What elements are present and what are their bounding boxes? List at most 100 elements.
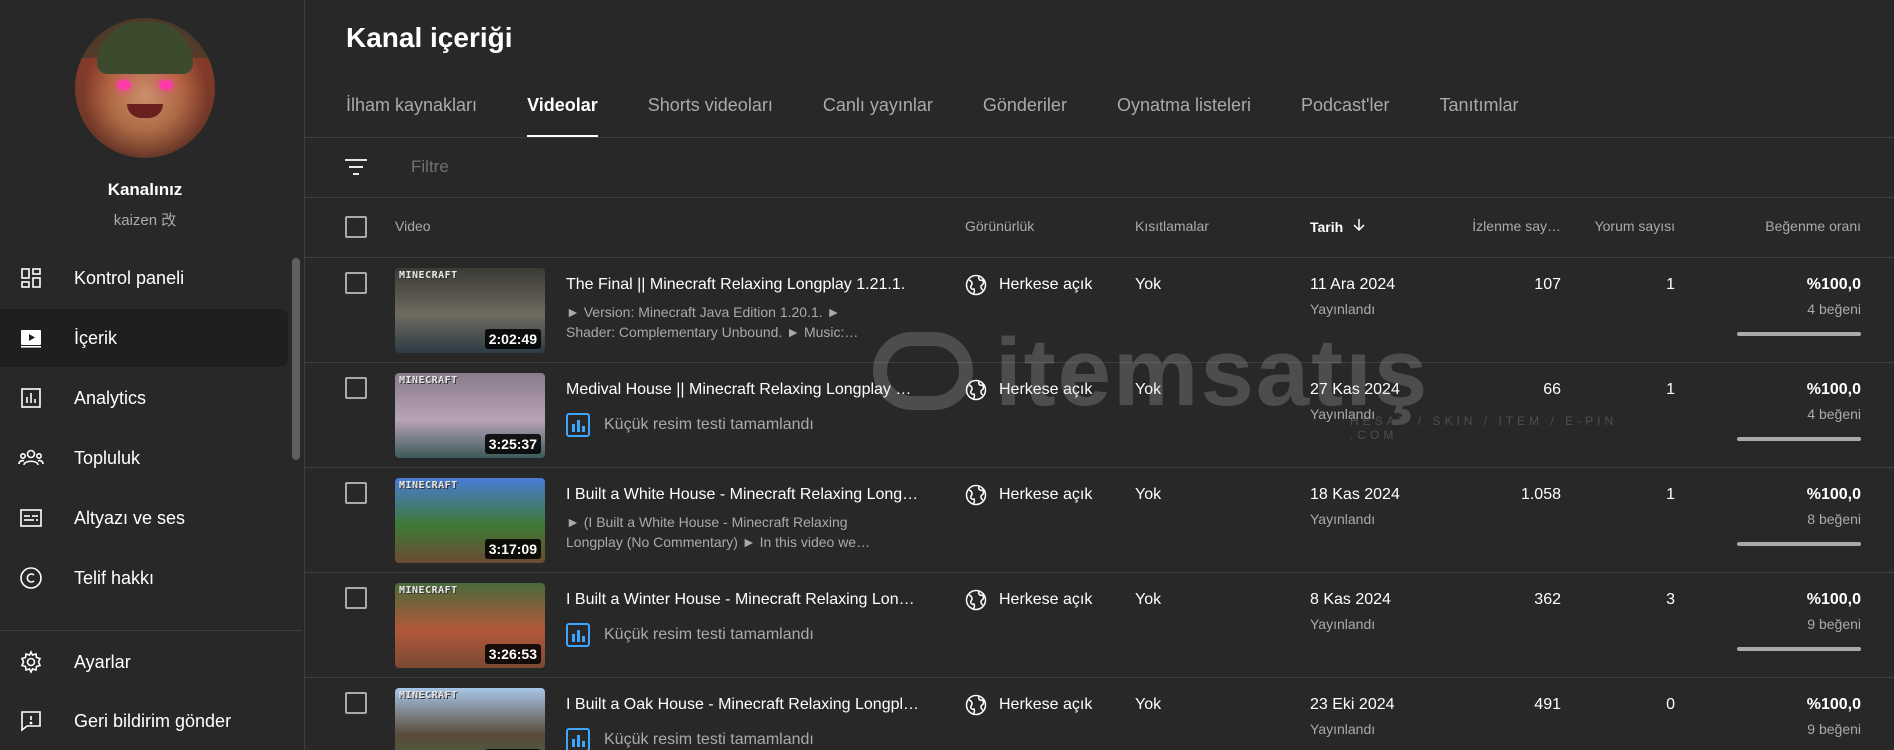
sidebar-item-subtitles[interactable]: Altyazı ve ses <box>0 489 288 547</box>
visibility-status[interactable]: Herkese açık <box>965 484 1092 506</box>
video-title[interactable]: I Built a Winter House - Minecraft Relax… <box>566 591 926 609</box>
col-restrictions[interactable]: Kısıtlamalar <box>1135 218 1209 234</box>
thumbnail-test-label: Küçük resim testi tamamlandı <box>604 626 814 643</box>
sidebar-item-dashboard[interactable]: Kontrol paneli <box>0 249 288 307</box>
globe-icon <box>965 274 987 296</box>
row-checkbox[interactable] <box>345 587 367 609</box>
visibility-label: Herkese açık <box>999 276 1093 293</box>
visibility-label: Herkese açık <box>999 591 1093 608</box>
video-title[interactable]: The Final || Minecraft Relaxing Longplay… <box>566 276 926 294</box>
like-ratio: %100,0 <box>1806 696 1861 713</box>
channel-title: Kanalınız <box>107 180 183 199</box>
video-thumbnail[interactable]: MINECRAFT 2:02:49 <box>395 268 545 353</box>
video-description: ► (I Built a White House - Minecraft Rel… <box>566 512 906 552</box>
restrictions-value: Yok <box>1135 381 1162 398</box>
like-ratio: %100,0 <box>1806 276 1861 293</box>
video-description: ► Version: Minecraft Java Edition 1.20.1… <box>566 302 906 342</box>
feedback-icon <box>18 708 44 734</box>
tab-live[interactable]: Canlı yayınlar <box>823 94 933 138</box>
table-row[interactable]: MINECRAFT 3:25:37 Medival House || Minec… <box>305 363 1894 468</box>
tab-podcasts[interactable]: Podcast'ler <box>1301 94 1389 138</box>
main-content: Kanal içeriği İlham kaynakları Videolar … <box>304 0 1894 750</box>
col-date[interactable]: Tarih <box>1310 218 1365 235</box>
filter-input[interactable]: Filtre <box>411 157 449 177</box>
sidebar-item-analytics[interactable]: Analytics <box>0 369 288 427</box>
col-date-label: Tarih <box>1310 219 1344 235</box>
thumbnail-test-status[interactable]: Küçük resim testi tamamlandı <box>566 728 814 750</box>
tab-promotions[interactable]: Tanıtımlar <box>1439 94 1518 138</box>
visibility-status[interactable]: Herkese açık <box>965 694 1092 716</box>
comments-count: 1 <box>1666 276 1675 293</box>
video-thumbnail[interactable]: MINECRAFT 3:17:09 <box>395 478 545 563</box>
like-ratio-bar <box>1737 332 1861 336</box>
comments-count: 0 <box>1666 696 1675 713</box>
like-count: 9 beğeni <box>1807 616 1861 632</box>
like-ratio: %100,0 <box>1806 591 1861 608</box>
video-thumbnail[interactable]: MINECRAFT 3:26:53 <box>395 583 545 668</box>
restrictions-value: Yok <box>1135 591 1162 608</box>
video-title[interactable]: Medival House || Minecraft Relaxing Long… <box>566 381 926 399</box>
col-likes[interactable]: Beğenme oranı <box>1705 218 1861 234</box>
like-count: 4 beğeni <box>1807 301 1861 317</box>
row-checkbox[interactable] <box>345 377 367 399</box>
video-description-line: Longplay (No Commentary) ► In this video… <box>566 534 871 550</box>
video-title[interactable]: I Built a White House - Minecraft Relaxi… <box>566 486 926 504</box>
views-count: 491 <box>1534 696 1561 713</box>
thumbnail-logo: MINECRAFT <box>399 375 458 386</box>
arrow-down-icon <box>1353 218 1365 235</box>
globe-icon <box>965 694 987 716</box>
col-visibility[interactable]: Görünürlük <box>965 218 1034 234</box>
publish-date: 18 Kas 2024 <box>1310 486 1400 503</box>
table-row[interactable]: MINECRAFT 3:26:53 I Built a Winter House… <box>305 573 1894 678</box>
visibility-status[interactable]: Herkese açık <box>965 379 1092 401</box>
thumbnail-test-status[interactable]: Küçük resim testi tamamlandı <box>566 623 814 647</box>
views-count: 362 <box>1534 591 1561 608</box>
like-count: 9 beğeni <box>1807 721 1861 737</box>
like-ratio: %100,0 <box>1806 486 1861 503</box>
tabs-divider <box>305 137 1894 138</box>
channel-avatar[interactable] <box>75 18 215 158</box>
sidebar-scrollbar[interactable] <box>292 258 300 460</box>
like-ratio: %100,0 <box>1806 381 1861 398</box>
publish-date: 11 Ara 2024 <box>1310 276 1396 293</box>
tab-inspiration[interactable]: İlham kaynakları <box>346 94 477 138</box>
video-duration: 3:25:37 <box>484 434 541 454</box>
filter-icon[interactable] <box>343 154 369 180</box>
video-duration: 2:02:49 <box>484 329 541 349</box>
row-checkbox[interactable] <box>345 482 367 504</box>
tab-videos[interactable]: Videolar <box>527 94 598 138</box>
col-comments[interactable]: Yorum sayısı <box>1575 218 1675 234</box>
publish-status: Yayınlandı <box>1310 406 1376 422</box>
sidebar-item-content[interactable]: İçerik <box>0 309 288 367</box>
page-title: Kanal içeriği <box>346 22 513 53</box>
tab-posts[interactable]: Gönderiler <box>983 94 1067 138</box>
video-title[interactable]: I Built a Oak House - Minecraft Relaxing… <box>566 696 926 714</box>
sidebar-item-feedback[interactable]: Geri bildirim gönder <box>0 692 288 750</box>
globe-icon <box>965 484 987 506</box>
thumbnail-test-status[interactable]: Küçük resim testi tamamlandı <box>566 413 814 437</box>
video-thumbnail[interactable]: MINECRAFT 3:25:37 <box>395 373 545 458</box>
thumbnail-test-label: Küçük resim testi tamamlandı <box>604 731 814 748</box>
col-views[interactable]: İzlenme say… <box>1455 218 1561 234</box>
row-checkbox[interactable] <box>345 272 367 294</box>
sidebar-item-settings[interactable]: Ayarlar <box>0 633 288 691</box>
copyright-icon <box>18 565 44 591</box>
table-row[interactable]: MINECRAFT 3:15:50 I Built a Oak House - … <box>305 678 1894 750</box>
row-checkbox[interactable] <box>345 692 367 714</box>
table-row[interactable]: MINECRAFT 3:17:09 I Built a White House … <box>305 468 1894 573</box>
sidebar-item-community[interactable]: Topluluk <box>0 429 288 487</box>
tab-playlists[interactable]: Oynatma listeleri <box>1117 94 1251 138</box>
tab-shorts[interactable]: Shorts videoları <box>648 94 773 138</box>
video-thumbnail[interactable]: MINECRAFT 3:15:50 <box>395 688 545 750</box>
sidebar-item-label: Topluluk <box>74 447 141 468</box>
subtitles-icon <box>18 505 44 531</box>
sidebar-item-copyright[interactable]: Telif hakkı <box>0 549 288 607</box>
select-all-checkbox[interactable] <box>345 216 367 238</box>
visibility-status[interactable]: Herkese açık <box>965 589 1092 611</box>
publish-date: 23 Eki 2024 <box>1310 696 1395 713</box>
video-duration: 3:26:53 <box>484 644 541 664</box>
sidebar-item-label: Ayarlar <box>74 651 131 672</box>
video-duration: 3:17:09 <box>484 539 541 559</box>
table-row[interactable]: MINECRAFT 2:02:49 The Final || Minecraft… <box>305 258 1894 363</box>
visibility-status[interactable]: Herkese açık <box>965 274 1092 296</box>
